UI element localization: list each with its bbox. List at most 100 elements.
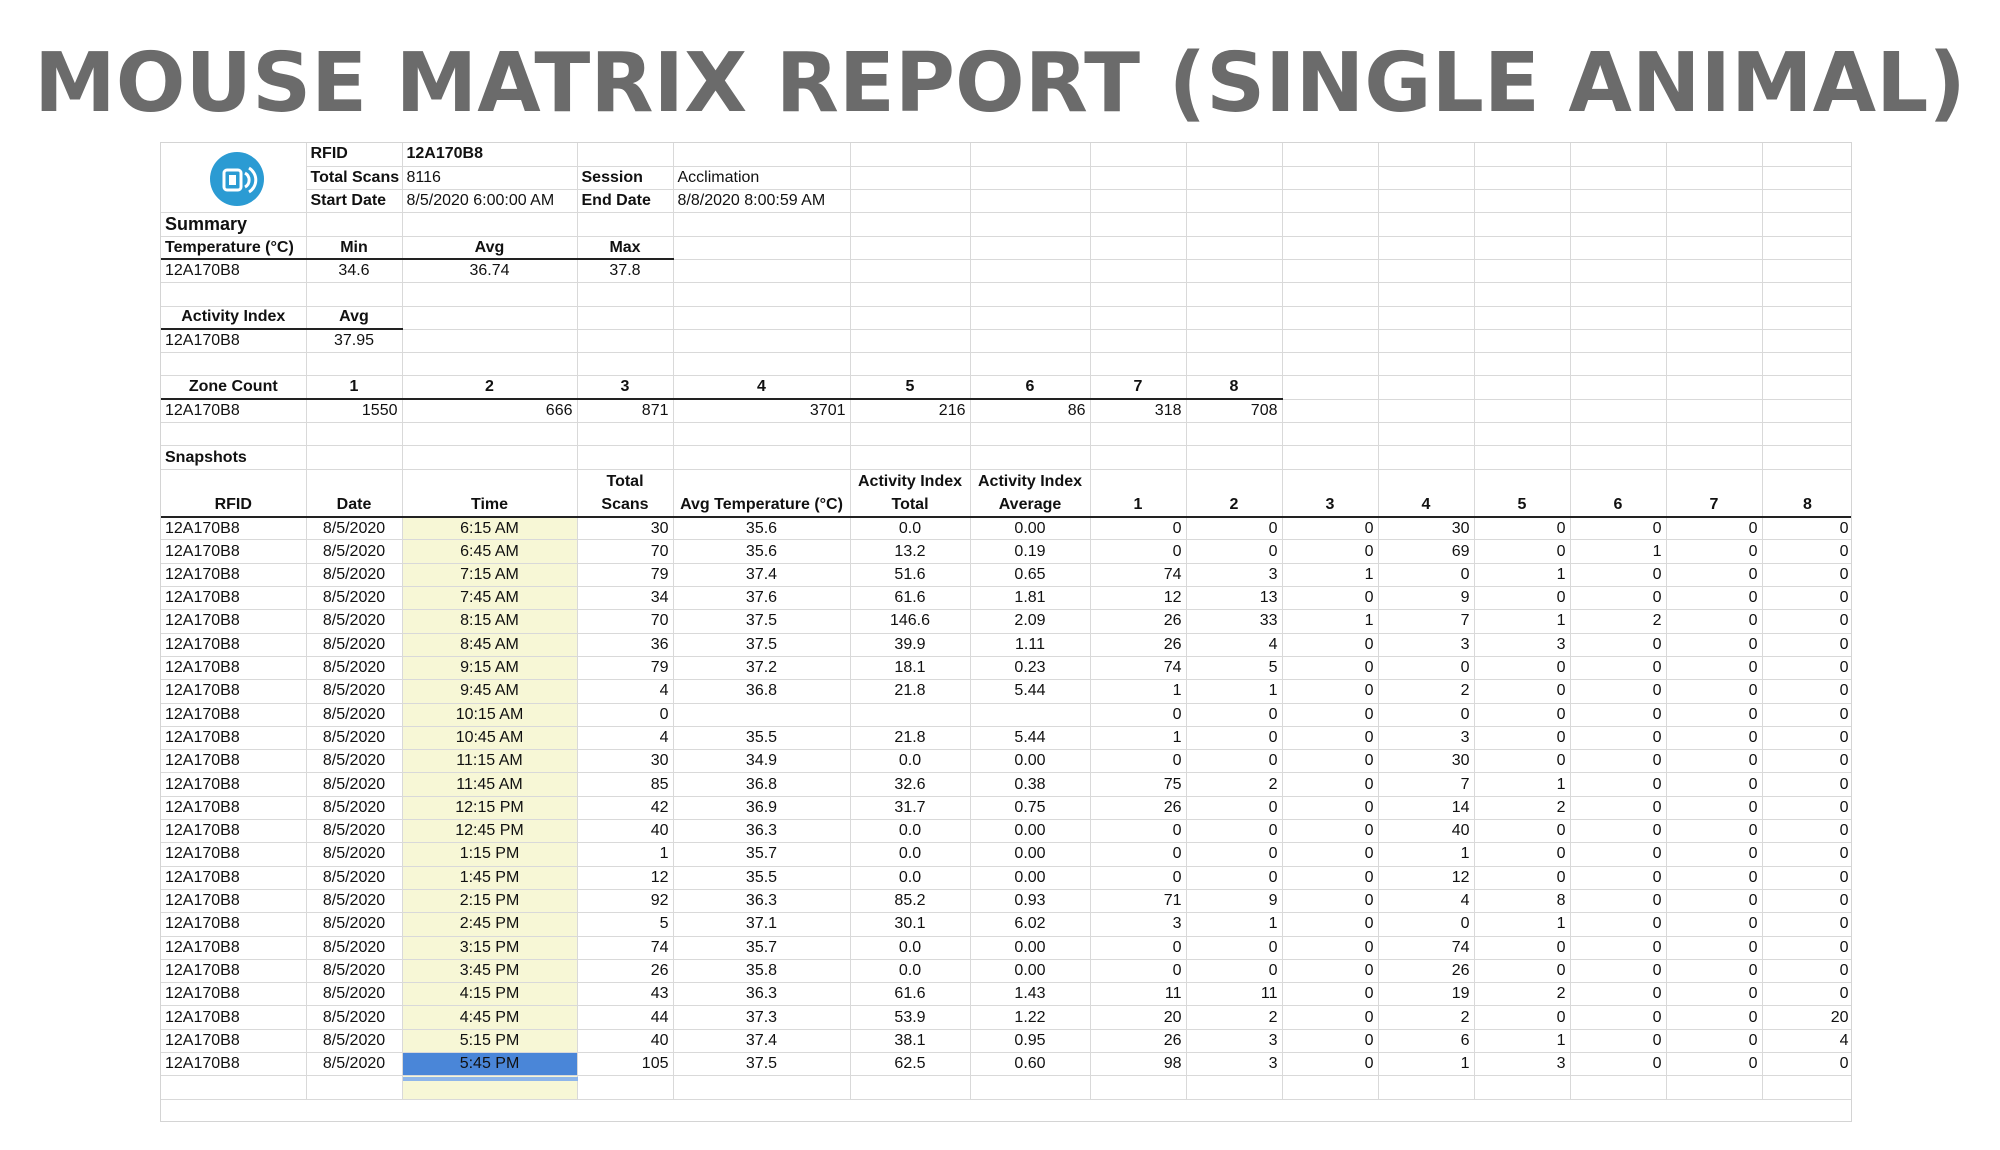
cell[interactable]: 0.00	[970, 819, 1091, 844]
cell[interactable]: 0	[1186, 726, 1283, 751]
cell[interactable]: 8/5/2020	[306, 726, 403, 751]
cell[interactable]: 37.1	[673, 912, 851, 937]
cell[interactable]: 5:15 PM	[402, 1029, 578, 1053]
cell[interactable]: 0	[1282, 982, 1379, 1007]
cell[interactable]: 75	[1090, 772, 1187, 797]
cell[interactable]: 0	[1762, 749, 1851, 774]
cell[interactable]: 36.3	[673, 982, 851, 1007]
temp-min[interactable]: 34.6	[306, 259, 403, 284]
cell[interactable]: 0	[1282, 819, 1379, 844]
cell[interactable]: 30	[577, 749, 674, 774]
cell[interactable]: 0	[1570, 772, 1667, 797]
cell[interactable]: 30	[1378, 749, 1475, 774]
cell[interactable]: 0	[1282, 749, 1379, 774]
zone-value-5[interactable]: 216	[850, 399, 971, 424]
cell[interactable]: 2	[1474, 796, 1571, 821]
cell[interactable]: 0.0	[850, 842, 971, 867]
cell[interactable]: 0	[1762, 609, 1851, 634]
cell[interactable]: 36	[577, 633, 674, 657]
cell[interactable]: 12A170B8	[161, 586, 307, 611]
cell[interactable]: 8/5/2020	[306, 563, 403, 588]
cell[interactable]: 0	[1762, 516, 1851, 541]
cell[interactable]: 0	[1282, 516, 1379, 541]
cell[interactable]: 12	[1090, 586, 1187, 611]
zone-rfid[interactable]: 12A170B8	[161, 399, 307, 424]
cell[interactable]: 1	[1474, 609, 1571, 634]
zone-value-4[interactable]: 3701	[673, 399, 851, 424]
cell[interactable]: 0	[1570, 656, 1667, 681]
cell[interactable]: 8/5/2020	[306, 656, 403, 681]
cell[interactable]: 0	[1474, 586, 1571, 611]
cell[interactable]: 26	[1378, 959, 1475, 984]
cell[interactable]: 1	[1474, 1029, 1571, 1053]
cell[interactable]: 0.95	[970, 1029, 1091, 1053]
cell[interactable]: 0	[1282, 912, 1379, 937]
cell[interactable]: 26	[1090, 609, 1187, 634]
cell[interactable]: 0.00	[970, 866, 1091, 890]
cell[interactable]: 0	[1474, 539, 1571, 564]
cell[interactable]: 0	[1570, 1052, 1667, 1077]
cell[interactable]: 0	[1474, 726, 1571, 751]
cell[interactable]: 31.7	[850, 796, 971, 821]
cell[interactable]: 5:45 PM	[402, 1052, 578, 1077]
zone-value-6[interactable]: 86	[970, 399, 1091, 424]
cell[interactable]: 12A170B8	[161, 516, 307, 541]
cell[interactable]: 20	[1762, 1005, 1851, 1030]
cell[interactable]: 0	[1090, 703, 1187, 727]
cell[interactable]: 12A170B8	[161, 866, 307, 890]
cell[interactable]: 0	[1666, 586, 1763, 611]
cell[interactable]: 0	[1186, 866, 1283, 890]
cell[interactable]: 0.23	[970, 656, 1091, 681]
temp-avg[interactable]: 36.74	[402, 259, 578, 284]
cell[interactable]: 0	[1762, 982, 1851, 1007]
cell[interactable]: 14	[1378, 796, 1475, 821]
cell[interactable]: 0	[1762, 726, 1851, 751]
cell[interactable]: 0	[1090, 516, 1187, 541]
cell[interactable]: 0	[1186, 959, 1283, 984]
cell[interactable]: 12A170B8	[161, 912, 307, 937]
cell[interactable]: 8	[1474, 889, 1571, 914]
cell[interactable]: 0	[1666, 772, 1763, 797]
cell[interactable]: 12A170B8	[161, 703, 307, 727]
cell[interactable]: 1	[1474, 563, 1571, 588]
cell[interactable]: 20	[1090, 1005, 1187, 1030]
cell[interactable]: 0.0	[850, 959, 971, 984]
cell[interactable]: 2	[1378, 679, 1475, 704]
cell[interactable]: 1	[1570, 539, 1667, 564]
cell[interactable]: 12A170B8	[161, 1029, 307, 1053]
cell[interactable]: 12A170B8	[161, 633, 307, 657]
cell[interactable]: 10:15 AM	[402, 703, 578, 727]
cell[interactable]: 8/5/2020	[306, 609, 403, 634]
cell[interactable]: 30	[577, 516, 674, 541]
cell[interactable]: 70	[577, 609, 674, 634]
cell[interactable]: 30.1	[850, 912, 971, 937]
spreadsheet[interactable]: RFID 12A170B8 Total Scans 8116 Session A…	[160, 142, 1852, 1122]
cell[interactable]: 8/5/2020	[306, 1029, 403, 1053]
cell[interactable]: 0	[1570, 796, 1667, 821]
cell[interactable]: 40	[577, 819, 674, 844]
cell[interactable]: 35.6	[673, 516, 851, 541]
cell[interactable]: 3:45 PM	[402, 959, 578, 984]
cell[interactable]: 1	[1474, 912, 1571, 937]
cell[interactable]: 0	[1762, 889, 1851, 914]
cell[interactable]: 0.0	[850, 936, 971, 960]
cell[interactable]: 3	[1378, 633, 1475, 657]
cell[interactable]: 37.5	[673, 633, 851, 657]
cell[interactable]: 12A170B8	[161, 982, 307, 1007]
cell[interactable]: 85.2	[850, 889, 971, 914]
cell[interactable]: 1.81	[970, 586, 1091, 611]
cell[interactable]: 8/5/2020	[306, 586, 403, 611]
cell[interactable]: 1	[1474, 772, 1571, 797]
cell[interactable]: 0	[1474, 819, 1571, 844]
cell[interactable]: 6	[1378, 1029, 1475, 1053]
cell[interactable]: 4:45 PM	[402, 1005, 578, 1030]
cell[interactable]: 9	[1186, 889, 1283, 914]
cell[interactable]: 0	[1666, 842, 1763, 867]
cell[interactable]: 37.4	[673, 563, 851, 588]
cell[interactable]: 61.6	[850, 982, 971, 1007]
cell[interactable]: 40	[577, 1029, 674, 1053]
cell[interactable]: 0	[1762, 1052, 1851, 1077]
cell[interactable]: 37.2	[673, 656, 851, 681]
cell[interactable]: 0	[1282, 586, 1379, 611]
cell[interactable]: 2	[1474, 982, 1571, 1007]
